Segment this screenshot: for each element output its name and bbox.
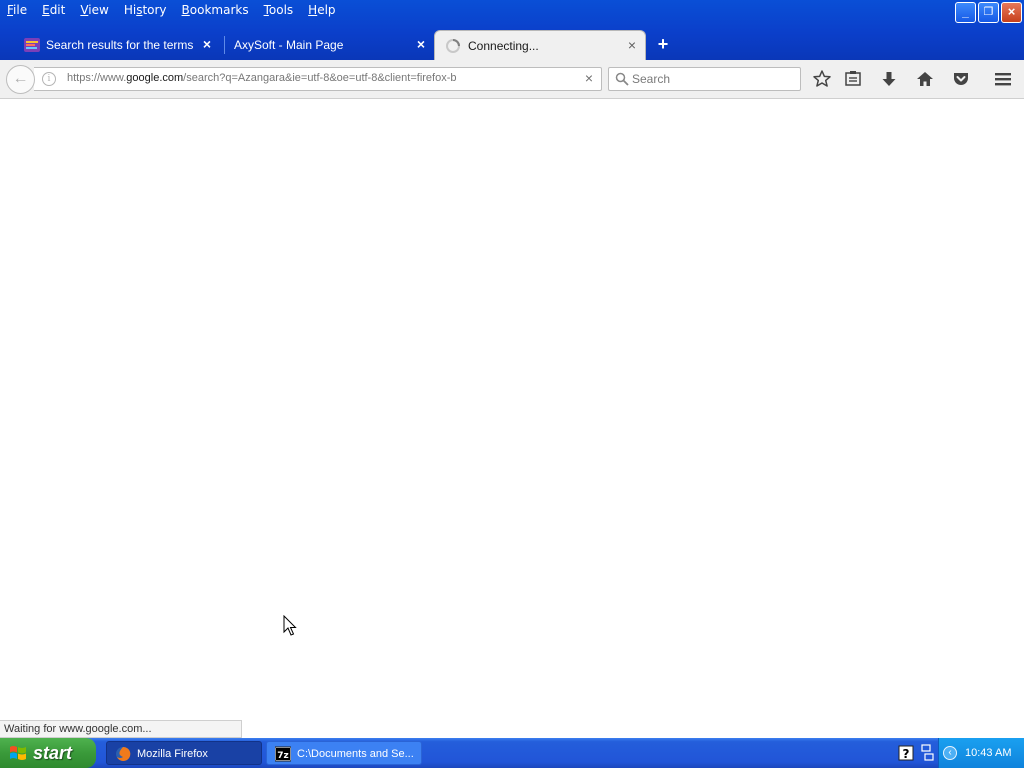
menu-edit-label: dit — [49, 3, 66, 17]
search-input[interactable] — [632, 71, 792, 87]
system-tray: ‹ 10:43 AM — [938, 738, 1024, 768]
network-tray-icon[interactable] — [920, 743, 934, 763]
bookmark-star-icon[interactable] — [812, 69, 832, 89]
home-icon[interactable] — [915, 69, 935, 89]
7zip-icon: 7z — [275, 746, 291, 762]
loading-spinner-icon — [446, 38, 460, 53]
start-label: start — [33, 743, 73, 763]
menu-help-mnemonic: H — [308, 3, 318, 17]
tab-close-icon[interactable]: × — [200, 37, 214, 51]
url-prefix: https://www. — [67, 72, 127, 84]
menu-edit-mnemonic: E — [42, 3, 50, 17]
show-hidden-icons-icon[interactable]: ‹ — [943, 746, 957, 760]
tab-close-icon[interactable]: × — [625, 38, 639, 52]
menu-history-label: tory — [142, 3, 167, 17]
search-box[interactable] — [608, 67, 801, 91]
menu-bar: File Edit View History Bookmarks Tools H… — [0, 0, 344, 22]
menu-tools-label: ools — [268, 3, 294, 17]
taskbar-7zip-label: C:\Documents and Se... — [297, 748, 414, 760]
info-icon[interactable]: i — [42, 72, 56, 86]
hamburger-menu-icon[interactable] — [993, 69, 1013, 89]
pocket-icon[interactable] — [951, 69, 971, 89]
tab-close-icon[interactable]: × — [414, 37, 428, 51]
tab-axysoft[interactable]: AxySoft - Main Page × — [224, 30, 434, 60]
taskbar-firefox[interactable]: Mozilla Firefox — [106, 741, 262, 765]
menu-history[interactable]: History — [117, 0, 175, 20]
tab-connecting[interactable]: Connecting... × — [434, 30, 646, 60]
windows-taskbar: start Mozilla Firefox 7z C:\Documents an… — [0, 738, 1024, 768]
tab-label: Search results for the terms ... — [46, 38, 196, 52]
menu-help[interactable]: Help — [301, 0, 343, 20]
url-domain: google.com — [126, 72, 184, 84]
tab-label: AxySoft - Main Page — [234, 38, 344, 52]
menu-bookmarks[interactable]: Bookmarks — [175, 0, 257, 20]
restore-button[interactable]: ❐ — [978, 2, 999, 23]
search-icon — [615, 72, 629, 86]
menu-edit[interactable]: Edit — [35, 0, 73, 20]
tab-search-results[interactable]: Search results for the terms ... × — [14, 30, 220, 60]
tab-favicon-icon — [24, 38, 40, 52]
url-text[interactable]: https://www.google.com/search?q=Azangara… — [67, 72, 457, 84]
bookmarks-menu-icon[interactable] — [843, 69, 863, 89]
menu-help-label: elp — [317, 3, 336, 17]
menu-bookmarks-label: ookmarks — [189, 3, 249, 17]
menu-tools[interactable]: Tools — [257, 0, 302, 20]
menu-bookmarks-mnemonic: B — [181, 3, 190, 17]
page-content-area[interactable] — [0, 100, 1024, 738]
menu-file-label: ile — [13, 3, 28, 17]
svg-text:7z: 7z — [277, 751, 289, 761]
clock[interactable]: 10:43 AM — [965, 738, 1011, 768]
navigation-toolbar: i https://www.google.com/search?q=Azanga… — [0, 60, 1024, 99]
taskbar-firefox-label: Mozilla Firefox — [137, 748, 208, 760]
download-icon[interactable] — [879, 69, 899, 89]
firefox-icon — [116, 746, 131, 761]
close-window-button[interactable]: × — [1001, 2, 1022, 23]
help-tray-icon[interactable]: ? — [898, 745, 914, 761]
menu-file[interactable]: File — [0, 0, 35, 20]
mouse-cursor-icon — [283, 615, 297, 636]
browser-title-area: File Edit View History Bookmarks Tools H… — [0, 0, 1024, 60]
url-bar[interactable]: i https://www.google.com/search?q=Azanga… — [34, 67, 602, 91]
svg-text:?: ? — [903, 747, 910, 761]
tab-strip: Search results for the terms ... × AxySo… — [0, 28, 1024, 60]
start-button[interactable]: start — [0, 738, 96, 768]
stop-loading-icon[interactable]: × — [585, 70, 593, 86]
windows-logo-icon — [10, 746, 26, 760]
url-path: /search?q=Azangara&ie=utf-8&oe=utf-8&cli… — [183, 72, 457, 84]
menu-history-prefix: Hi — [123, 3, 137, 17]
menu-view-label: iew — [88, 3, 109, 17]
new-tab-button[interactable]: + — [653, 35, 673, 55]
status-bar: Waiting for www.google.com... — [0, 720, 242, 738]
back-button[interactable]: ← — [6, 65, 35, 94]
taskbar-7zip-window[interactable]: 7z C:\Documents and Se... — [266, 741, 422, 765]
minimize-button[interactable]: _ — [955, 2, 976, 23]
menu-view[interactable]: View — [73, 0, 116, 20]
tab-label: Connecting... — [468, 38, 539, 53]
